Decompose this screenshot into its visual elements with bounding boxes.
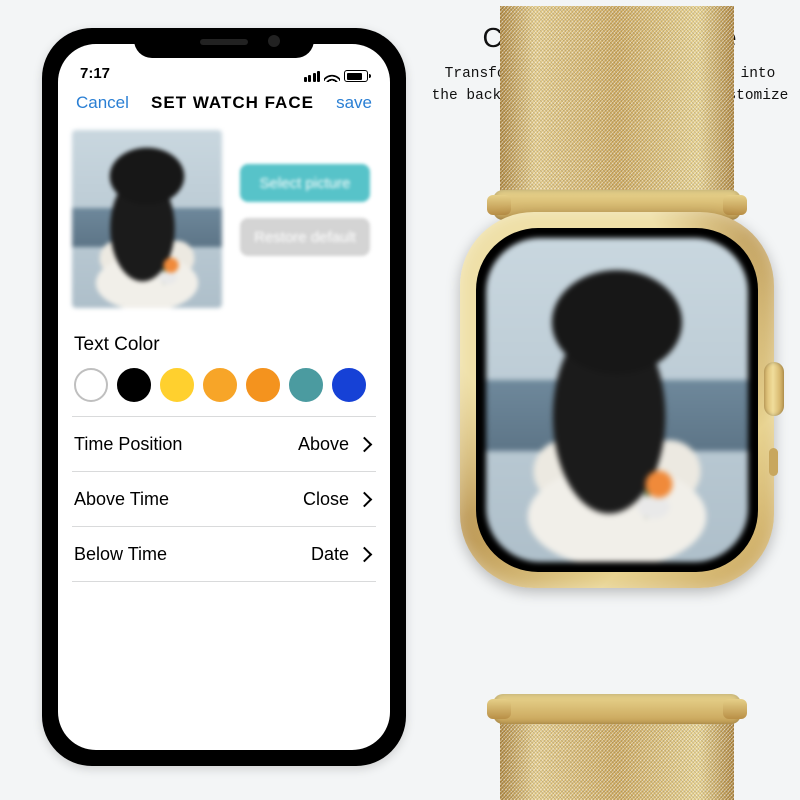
battery-icon bbox=[344, 70, 368, 82]
watch-display bbox=[486, 238, 748, 562]
chevron-right-icon bbox=[357, 491, 373, 507]
watch-lug-bottom bbox=[493, 694, 741, 724]
restore-default-button[interactable]: Restore default bbox=[240, 218, 370, 256]
watch-bezel bbox=[476, 228, 758, 572]
color-swatch-amber[interactable] bbox=[246, 368, 280, 402]
color-swatch-yellow[interactable] bbox=[160, 368, 194, 402]
setting-row-above-time[interactable]: Above Time Close bbox=[72, 472, 376, 526]
page-title: SET WATCH FACE bbox=[151, 93, 314, 113]
setting-value: Date bbox=[311, 544, 349, 565]
status-time: 7:17 bbox=[80, 65, 110, 82]
watch-mic bbox=[769, 448, 778, 476]
watchface-preview[interactable] bbox=[72, 130, 222, 308]
select-picture-button[interactable]: Select picture bbox=[240, 164, 370, 202]
chevron-right-icon bbox=[357, 546, 373, 562]
watch-crown bbox=[764, 362, 784, 416]
setting-label: Time Position bbox=[74, 434, 182, 455]
setting-row-below-time[interactable]: Below Time Date bbox=[72, 527, 376, 581]
divider bbox=[72, 581, 376, 582]
phone-screen: 7:17 Cancel SET WATCH FACE save Select p… bbox=[58, 44, 390, 750]
watch-case bbox=[460, 212, 774, 588]
chevron-right-icon bbox=[357, 436, 373, 452]
save-button[interactable]: save bbox=[336, 93, 372, 113]
watch-band-top bbox=[500, 6, 734, 204]
wifi-icon bbox=[324, 70, 340, 82]
text-color-swatches bbox=[72, 368, 376, 416]
color-swatch-orange[interactable] bbox=[203, 368, 237, 402]
setting-label: Below Time bbox=[74, 544, 167, 565]
setting-value: Close bbox=[303, 489, 349, 510]
nav-bar: Cancel SET WATCH FACE save bbox=[58, 82, 390, 124]
color-swatch-blue[interactable] bbox=[332, 368, 366, 402]
cancel-button[interactable]: Cancel bbox=[76, 93, 129, 113]
setting-value: Above bbox=[298, 434, 349, 455]
speaker-slot bbox=[200, 39, 248, 45]
phone-notch bbox=[134, 28, 314, 58]
phone-frame: 7:17 Cancel SET WATCH FACE save Select p… bbox=[42, 28, 406, 766]
front-camera bbox=[268, 35, 280, 47]
restore-default-label: Restore default bbox=[254, 229, 356, 246]
color-swatch-white[interactable] bbox=[74, 368, 108, 402]
color-swatch-teal[interactable] bbox=[289, 368, 323, 402]
setting-row-time-position[interactable]: Time Position Above bbox=[72, 417, 376, 471]
select-picture-label: Select picture bbox=[260, 175, 351, 192]
text-color-heading: Text Color bbox=[74, 334, 374, 356]
watch-device bbox=[452, 126, 782, 786]
cellular-icon bbox=[304, 71, 321, 82]
color-swatch-black[interactable] bbox=[117, 368, 151, 402]
setting-label: Above Time bbox=[74, 489, 169, 510]
